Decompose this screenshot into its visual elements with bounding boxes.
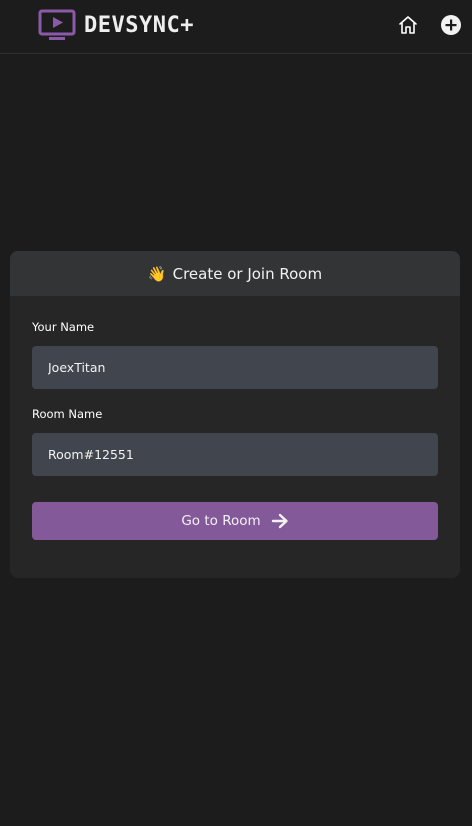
- card-title: Create or Join Room: [172, 264, 323, 283]
- home-icon: [399, 16, 417, 34]
- room-card: 👋 Create or Join Room Your Name Room Nam…: [10, 251, 460, 578]
- go-to-room-button[interactable]: Go to Room: [32, 502, 438, 540]
- name-input[interactable]: [32, 346, 438, 389]
- app-root: DEVSYNC+ 👋 Create or Join Room Your Name…: [0, 0, 472, 826]
- tv-play-icon: [38, 9, 76, 40]
- brand-link[interactable]: DEVSYNC+: [38, 9, 194, 41]
- card-header: 👋 Create or Join Room: [10, 251, 460, 296]
- go-to-room-label: Go to Room: [181, 513, 261, 529]
- add-room-button[interactable]: [440, 14, 462, 36]
- home-button[interactable]: [397, 14, 419, 36]
- name-label: Your Name: [32, 320, 95, 334]
- room-input[interactable]: [32, 433, 438, 476]
- brand-name: DEVSYNC+: [84, 12, 194, 38]
- arrow-right-icon: [271, 513, 288, 529]
- plus-circle-icon: [441, 15, 461, 35]
- waving-hand-icon: 👋: [147, 264, 167, 283]
- room-label: Room Name: [32, 407, 103, 421]
- top-navbar: DEVSYNC+: [0, 0, 472, 54]
